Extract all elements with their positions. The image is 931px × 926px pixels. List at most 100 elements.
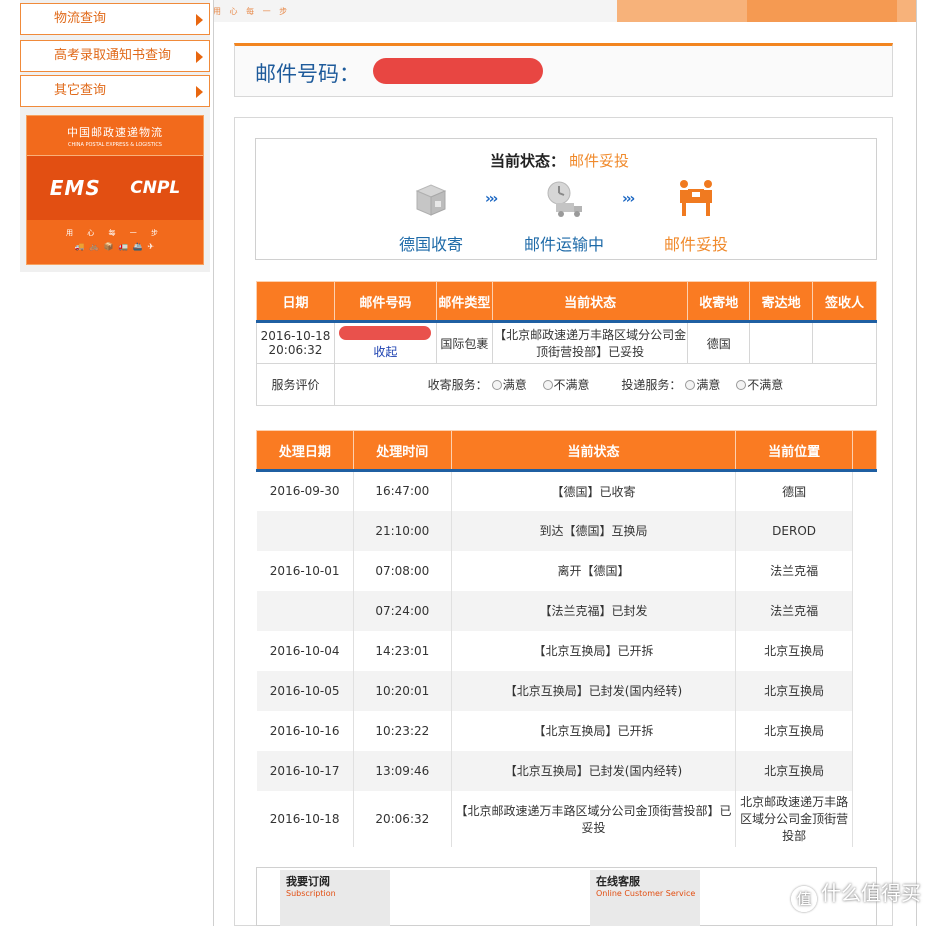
collect-satisfied-radio[interactable] — [491, 380, 502, 390]
collapse-link[interactable]: 收起 — [373, 345, 397, 359]
summary-date: 2016-10-18 20:06:32 — [256, 321, 335, 364]
column-header: 寄达地 — [749, 281, 814, 323]
chevrons-right-icon: ››› — [485, 191, 498, 207]
history-time: 10:23:22 — [353, 710, 452, 751]
history-status: 离开【德国】 — [451, 550, 737, 591]
history-status: 【德国】已收寄 — [451, 470, 737, 511]
deliver-unsatisfied-radio[interactable] — [736, 380, 747, 390]
history-status: 【北京互换局】已封发(国内经转) — [451, 750, 737, 791]
history-spacer — [852, 670, 877, 711]
history-row: 2016-10-05 10:20:01 【北京互换局】已封发(国内经转) 北京互换局 — [256, 670, 877, 711]
menu-other-query[interactable]: 其它查询 — [20, 75, 210, 107]
ems-banner[interactable]: 中国邮政速递物流 CHINA POSTAL EXPRESS & LOGISTIC… — [26, 115, 204, 265]
history-row: 2016-10-17 13:09:46 【北京互换局】已封发(国内经转) 北京互换局 — [256, 750, 877, 791]
subscribe-subtitle: Subscription — [286, 889, 336, 898]
tracking-history-table: 处理日期 处理时间 当前状态 当前位置 2016-09-30 16:47:00 【德… — [256, 430, 877, 847]
current-status-label: 当前状态： — [490, 152, 566, 170]
truck-clock-icon — [542, 179, 586, 219]
deliver-satisfied-radio[interactable] — [685, 380, 696, 390]
radio-label: 不满意 — [747, 378, 784, 392]
chevrons-right-icon: ››› — [622, 191, 635, 207]
summary-status: 【北京邮政速递万丰路区域分公司金顶街营投部】已妥投 — [491, 321, 689, 364]
history-location: 北京邮政速递万丰路区域分公司金顶街营投部 — [735, 790, 854, 847]
history-row: 2016-09-30 16:47:00 【德国】已收寄 德国 — [256, 470, 877, 511]
summary-signer — [812, 321, 877, 364]
radio-label: 不满意 — [553, 378, 590, 392]
step-delivered: 邮件妥投 — [664, 179, 728, 255]
history-location: 北京互换局 — [735, 750, 854, 791]
current-status-value: 邮件妥投 — [569, 152, 630, 170]
column-header: 当前状态 — [491, 281, 689, 323]
history-location: 北京互换局 — [735, 670, 854, 711]
history-spacer — [852, 750, 877, 791]
history-date: 2016-10-17 — [256, 750, 354, 791]
redacted-mail-number — [373, 58, 543, 84]
service-links: 我要订阅 Subscription 在线客服 Online Customer S… — [256, 867, 877, 926]
history-spacer — [852, 550, 877, 591]
current-status: 当前状态： 邮件妥投 — [490, 150, 629, 171]
history-spacer — [852, 790, 877, 847]
history-header-row: 处理日期 处理时间 当前状态 当前位置 — [256, 430, 877, 472]
menu-admission-notice-query[interactable]: 高考录取通知书查询 — [20, 40, 210, 72]
history-time: 20:06:32 — [353, 790, 452, 847]
summary-row: 2016-10-18 20:06:32 收起 国际包裹 【北京邮政速递万丰路区域… — [256, 321, 877, 364]
step-in-transit: 邮件运输中 — [524, 179, 604, 255]
history-time: 10:20:01 — [353, 670, 452, 711]
column-header-spacer — [852, 430, 877, 472]
ems-banner-company: 中国邮政速递物流 CHINA POSTAL EXPRESS & LOGISTIC… — [27, 116, 203, 156]
step-collected: 德国收寄 — [399, 179, 463, 255]
ems-logo: EMS — [49, 176, 101, 200]
collect-unsatisfied-radio[interactable] — [542, 380, 553, 390]
watermark: 值什么值得买 — [791, 877, 921, 912]
column-header: 处理日期 — [256, 430, 354, 472]
history-spacer — [852, 470, 877, 511]
history-status: 【北京邮政速递万丰路区域分公司金顶街营投部】已妥投 — [451, 790, 737, 847]
history-location: 法兰克福 — [735, 590, 854, 631]
history-row: 2016-10-16 10:23:22 【北京互换局】已开拆 北京互换局 — [256, 710, 877, 751]
step-label: 德国收寄 — [399, 235, 464, 254]
history-date: 2016-10-16 — [256, 710, 354, 751]
cnpl-logo: CNPL — [130, 178, 181, 198]
cs-subtitle: Online Customer Service — [596, 889, 696, 898]
history-spacer — [852, 590, 877, 631]
radio-label: 满意 — [696, 378, 721, 392]
history-date: 2016-09-30 — [256, 470, 354, 511]
deliver-service-label: 投递服务： — [621, 378, 682, 392]
history-location: DEROD — [735, 510, 854, 551]
column-header: 当前位置 — [735, 430, 854, 472]
history-status: 【北京互换局】已封发(国内经转) — [451, 670, 737, 711]
history-location: 北京互换局 — [735, 630, 854, 671]
vehicles-icon: 🚚 🚲 📦 🚛 🚢 ✈ — [74, 242, 156, 251]
delivery-person-icon — [674, 179, 718, 219]
summary-header-row: 日期 邮件号码 邮件类型 当前状态 收寄地 寄达地 签收人 — [256, 281, 877, 323]
menu-logistics-query[interactable]: 物流查询 — [20, 3, 210, 35]
column-header: 日期 — [256, 281, 335, 323]
redacted-mail-number — [339, 326, 432, 340]
history-date: 2016-10-04 — [256, 630, 354, 671]
history-spacer — [852, 510, 877, 551]
customer-service-banner[interactable]: 在线客服 Online Customer Service — [590, 870, 700, 926]
history-row: 2016-10-04 14:23:01 【北京互换局】已开拆 北京互换局 — [256, 630, 877, 671]
watermark-logo-icon: 值 — [791, 886, 817, 912]
history-time: 21:10:00 — [353, 510, 452, 551]
subscribe-banner[interactable]: 我要订阅 Subscription — [280, 870, 390, 926]
menu-item-label: 物流查询 — [54, 11, 107, 26]
history-status: 到达【德国】互换局 — [451, 510, 737, 551]
radio-label: 满意 — [502, 378, 527, 392]
history-time: 13:09:46 — [353, 750, 452, 791]
summary-mail-number: 收起 — [333, 321, 437, 364]
history-status: 【北京互换局】已开拆 — [451, 710, 737, 751]
history-date — [256, 510, 354, 551]
cs-title: 在线客服 — [596, 875, 640, 888]
history-time: 07:08:00 — [353, 550, 452, 591]
ems-banner-logos: EMS CNPL — [27, 156, 203, 220]
summary-table: 日期 邮件号码 邮件类型 当前状态 收寄地 寄达地 签收人 2016-10-18… — [256, 281, 878, 406]
history-time: 16:47:00 — [353, 470, 452, 511]
history-spacer — [852, 630, 877, 671]
subscribe-title: 我要订阅 — [286, 875, 330, 888]
history-row: 2016-10-18 20:06:32 【北京邮政速递万丰路区域分公司金顶街营投部】… — [256, 790, 877, 847]
arrow-right-icon — [196, 51, 203, 63]
history-date: 2016-10-05 — [256, 670, 354, 711]
history-location: 德国 — [735, 470, 854, 511]
evaluation-row: 服务评价 收寄服务： 满意 不满意 投递服务： 满意 不满意 — [256, 363, 878, 406]
